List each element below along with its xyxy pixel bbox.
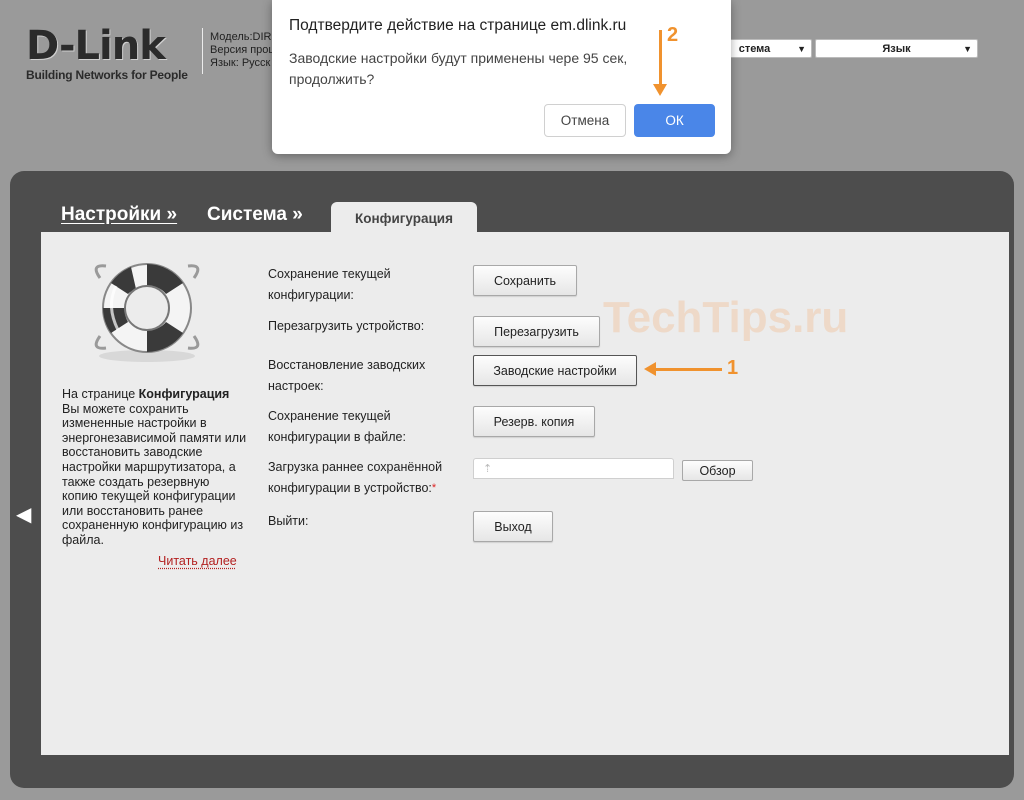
- lifebuoy-icon: [94, 263, 200, 362]
- upload-icon: ⇡: [483, 463, 493, 475]
- save-button[interactable]: Сохранить: [473, 265, 577, 296]
- header-divider: [202, 28, 203, 74]
- cancel-button[interactable]: Отмена: [544, 104, 626, 137]
- logo-text: D-Link: [26, 23, 166, 69]
- step-2-marker: 2: [667, 24, 679, 46]
- language-select[interactable]: Язык ▼: [815, 39, 978, 58]
- ok-button[interactable]: ОК: [634, 104, 715, 137]
- tab-configuration[interactable]: Конфигурация: [331, 202, 477, 234]
- firmware-line: Версия прош: [210, 44, 278, 56]
- read-more-link[interactable]: Читать далее: [158, 554, 237, 568]
- model-info: Модель:DIR Версия прош Язык: Русск: [210, 31, 277, 70]
- dlink-logo: D-Link Building Networks for People: [26, 26, 188, 82]
- arrow-left-icon: [644, 362, 722, 376]
- watermark: TechTips.ru: [603, 293, 849, 342]
- breadcrumb-settings[interactable]: Настройки »: [61, 204, 177, 226]
- language-line: Язык: Русск: [210, 57, 271, 69]
- backup-label: Сохранение текущей конфигурации в файле:: [268, 409, 406, 444]
- breadcrumb-system[interactable]: Система »: [207, 204, 303, 226]
- desc-rest: Вы можете сохранить измененные настройки…: [62, 401, 247, 547]
- desc-bold: Конфигурация: [138, 387, 230, 401]
- confirm-dialog: Подтвердите действие на странице em.dlin…: [272, 0, 731, 154]
- browse-button[interactable]: Обзор: [682, 460, 753, 481]
- page-description: На странице Конфигурация Вы можете сохра…: [62, 387, 248, 548]
- config-file-input[interactable]: ⇡: [473, 458, 674, 479]
- language-select-value: Язык: [882, 42, 911, 55]
- dialog-message: Заводские настройки будут применены чере…: [289, 50, 628, 87]
- logo-tagline: Building Networks for People: [26, 68, 188, 82]
- factory-reset-button[interactable]: Заводские настройки: [473, 355, 637, 386]
- upload-label: Загрузка раннее сохранённой конфигурации…: [268, 457, 448, 499]
- chevron-left-icon[interactable]: ◀: [16, 502, 31, 527]
- chevron-down-icon: ▼: [963, 44, 972, 54]
- system-select-value: стема: [738, 42, 771, 55]
- logout-label: Выйти:: [268, 514, 309, 528]
- logout-button[interactable]: Выход: [473, 511, 553, 542]
- arrow-down-icon: [653, 30, 667, 96]
- reboot-button[interactable]: Перезагрузить: [473, 316, 600, 347]
- factory-reset-label: Восстановление заводских настроек:: [268, 358, 426, 393]
- upload-label-text: Загрузка раннее сохранённой конфигурации…: [268, 460, 443, 495]
- backup-button[interactable]: Резерв. копия: [473, 406, 595, 437]
- desc-prefix: На странице: [62, 387, 139, 401]
- required-mark: *: [431, 482, 437, 494]
- chevron-down-icon: ▼: [797, 44, 806, 54]
- dialog-title: Подтвердите действие на странице em.dlin…: [289, 17, 627, 34]
- save-config-label: Сохранение текущей конфигурации:: [268, 267, 391, 302]
- reboot-label: Перезагрузить устройство:: [268, 319, 425, 333]
- model-line: Модель:DIR: [210, 31, 272, 43]
- step-1-marker: 1: [727, 357, 739, 379]
